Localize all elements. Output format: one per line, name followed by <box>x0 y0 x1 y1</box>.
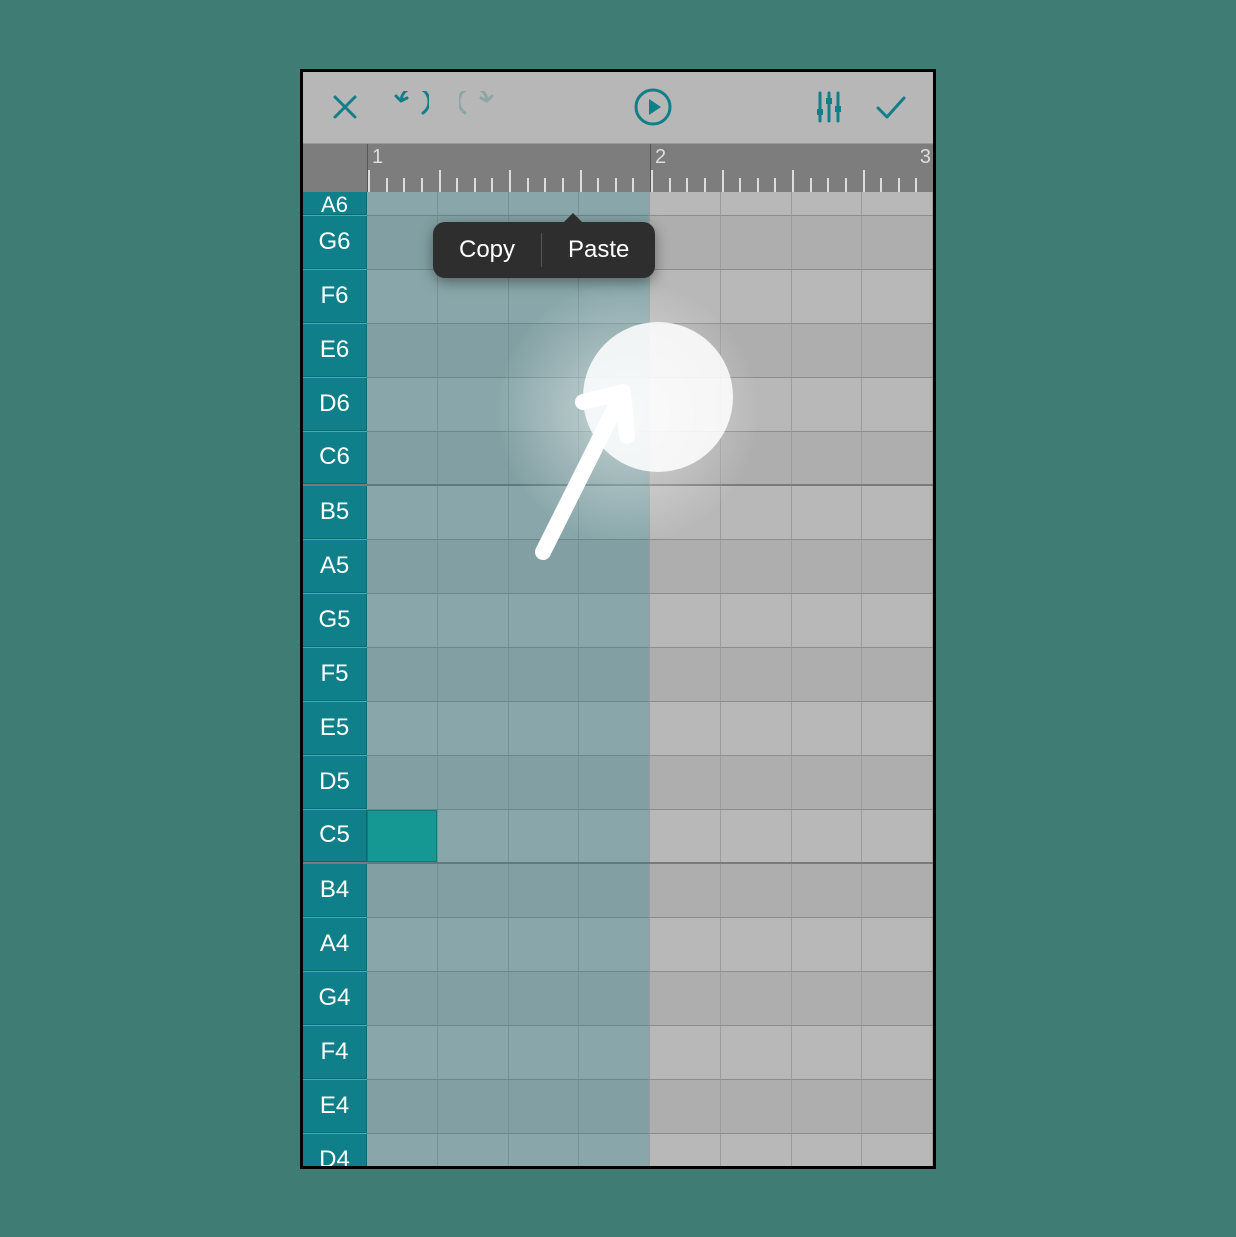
key-label[interactable]: F5 <box>303 648 367 701</box>
key-label[interactable]: B4 <box>303 864 367 917</box>
piano-roll-editor: 1 2 3 A6 G6 F6 E6 D6 C6 B5 A5 <box>300 69 936 1169</box>
key-label[interactable]: C6 <box>303 432 367 484</box>
key-label[interactable]: C5 <box>303 810 367 862</box>
key-label[interactable]: A5 <box>303 540 367 593</box>
key-label[interactable]: B5 <box>303 486 367 539</box>
toolbar <box>303 72 933 144</box>
measure-label: 2 <box>655 146 666 169</box>
key-label[interactable]: G6 <box>303 216 367 269</box>
undo-button[interactable] <box>387 83 435 131</box>
redo-button[interactable] <box>453 83 501 131</box>
key-label[interactable]: A4 <box>303 918 367 971</box>
key-label[interactable]: F6 <box>303 270 367 323</box>
ruler-corner <box>303 144 367 192</box>
measure-label: 1 <box>372 146 383 169</box>
copy-menu-item[interactable]: Copy <box>433 222 541 278</box>
key-label[interactable]: G5 <box>303 594 367 647</box>
key-label[interactable]: E4 <box>303 1080 367 1133</box>
confirm-button[interactable] <box>867 83 915 131</box>
context-menu: Copy Paste <box>433 222 655 278</box>
close-button[interactable] <box>321 83 369 131</box>
key-label[interactable]: G4 <box>303 972 367 1025</box>
timeline-ruler[interactable]: 1 2 3 <box>367 144 933 192</box>
midi-note[interactable] <box>367 810 437 862</box>
key-label[interactable]: D6 <box>303 378 367 431</box>
key-label[interactable]: E6 <box>303 324 367 377</box>
key-label[interactable]: A6 <box>303 192 367 215</box>
key-label[interactable]: D5 <box>303 756 367 809</box>
piano-roll-grid[interactable]: A6 G6 F6 E6 D6 C6 B5 A5 G5 F5 E5 D5 C5 B… <box>303 192 933 1166</box>
paste-menu-item[interactable]: Paste <box>542 222 655 278</box>
play-button[interactable] <box>629 83 677 131</box>
measure-label: 3 <box>920 146 931 169</box>
key-label[interactable]: D4 <box>303 1134 367 1169</box>
mixer-button[interactable] <box>805 83 853 131</box>
key-label[interactable]: E5 <box>303 702 367 755</box>
key-label[interactable]: F4 <box>303 1026 367 1079</box>
